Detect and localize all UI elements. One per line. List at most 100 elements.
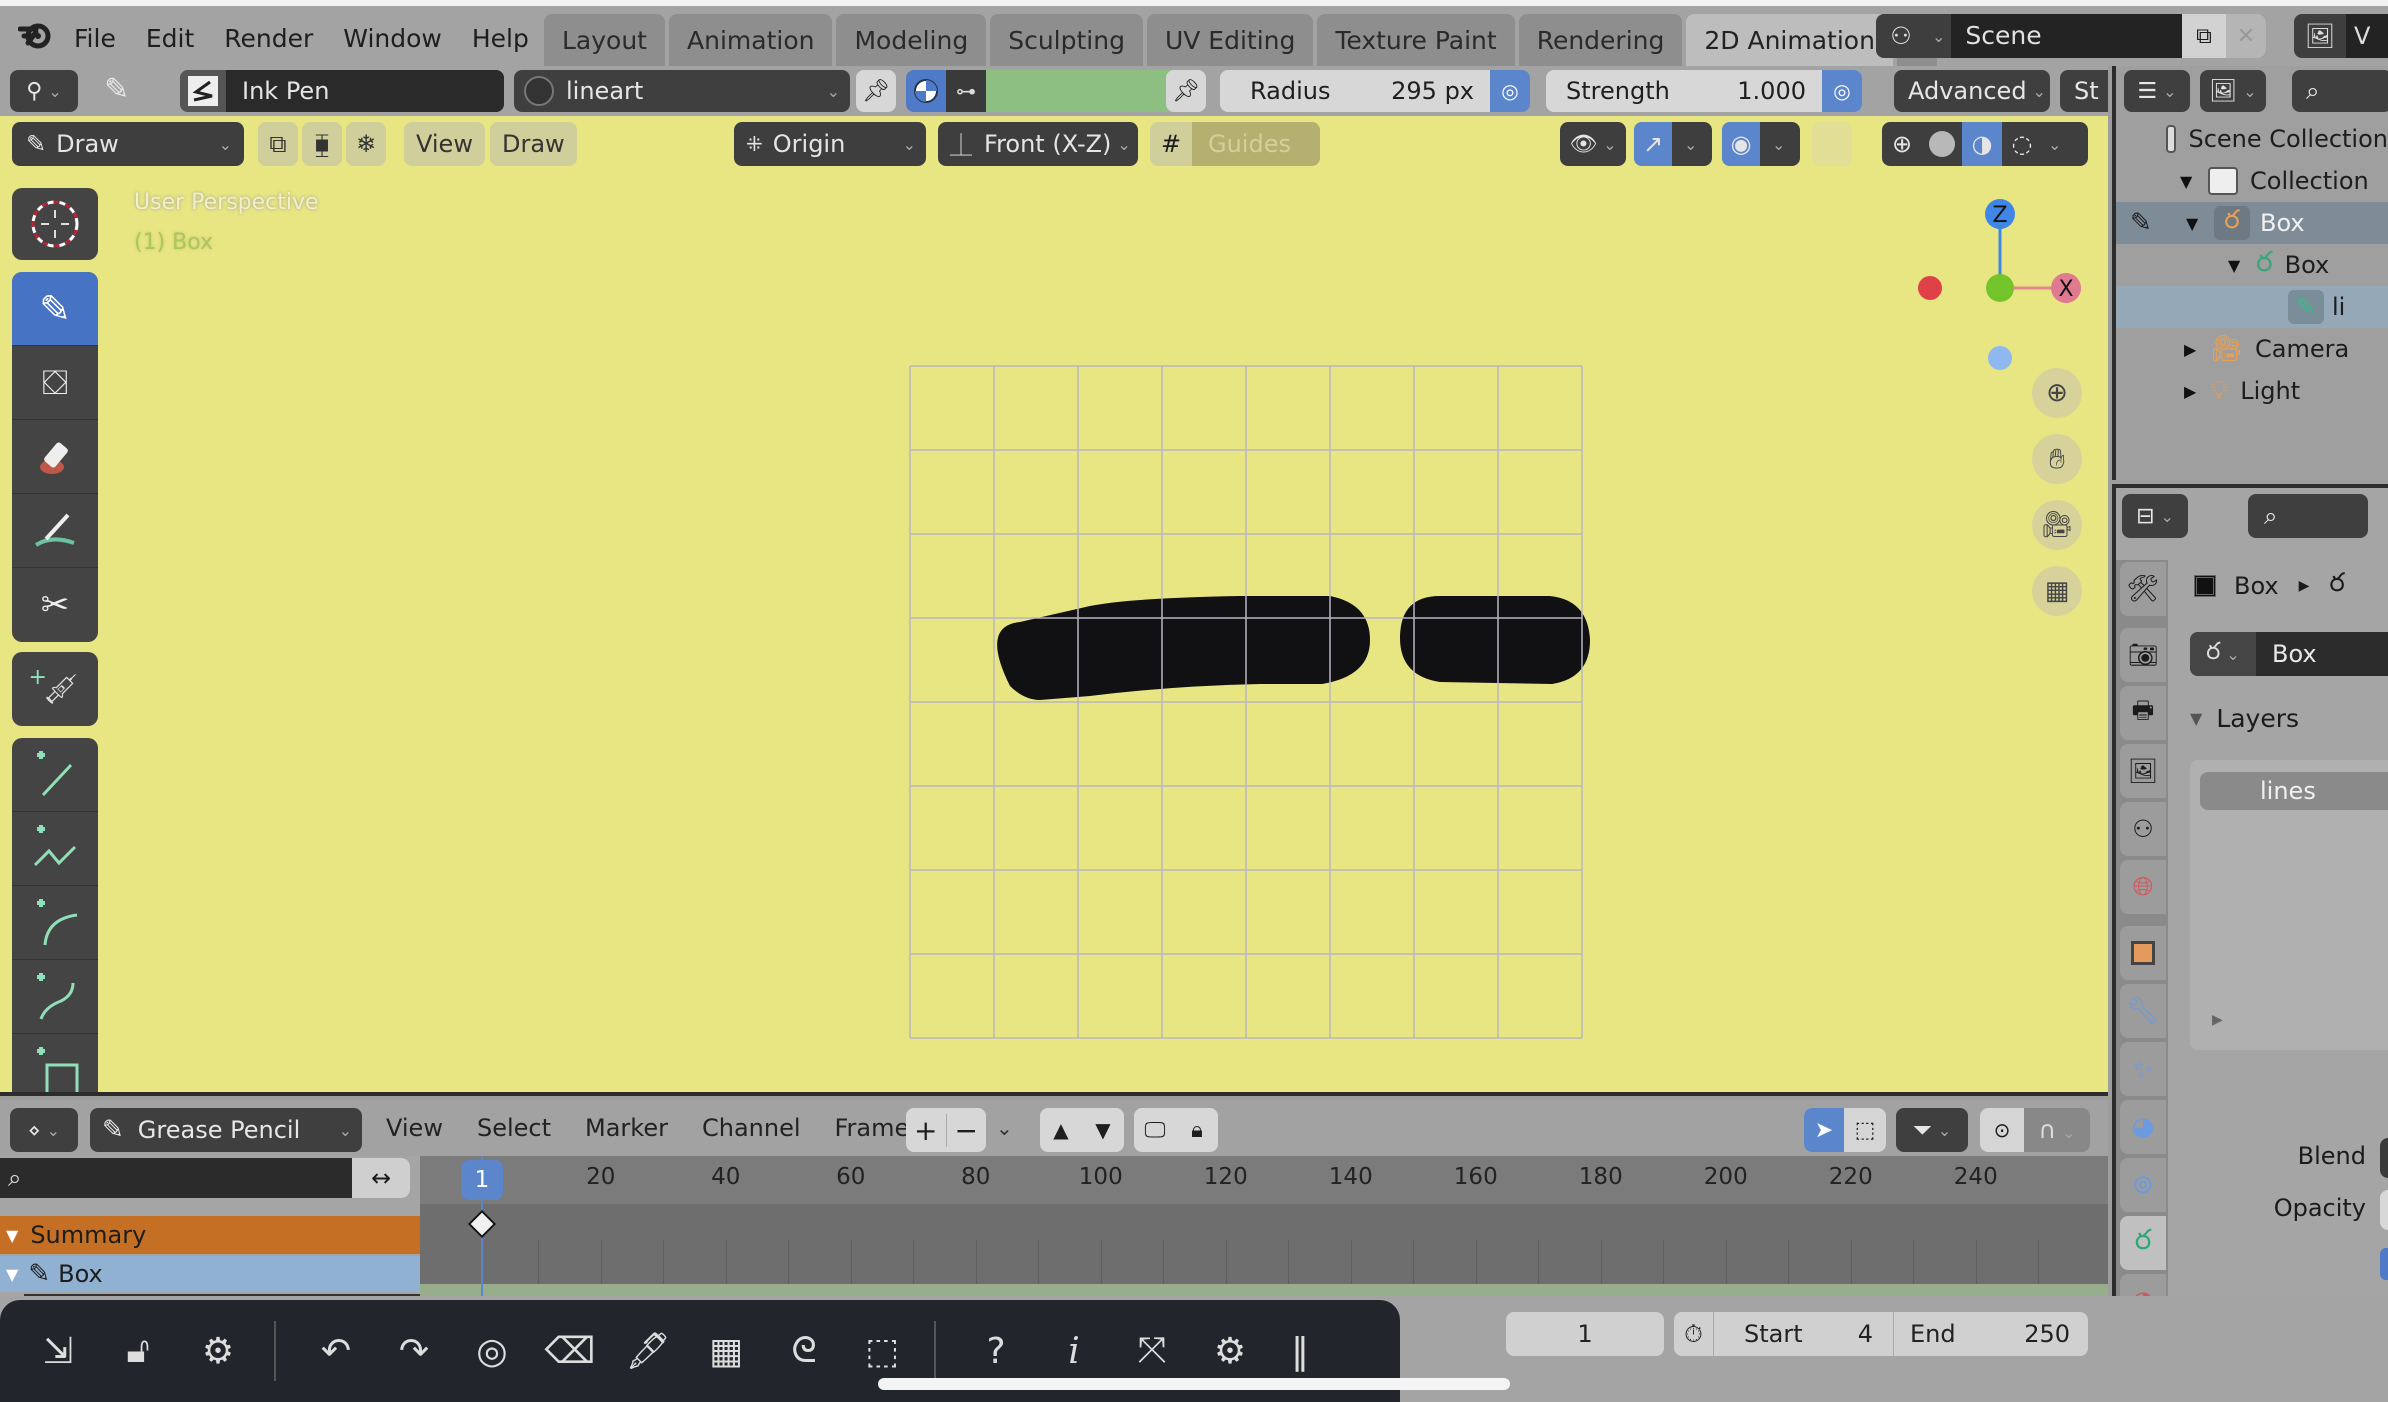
info-icon[interactable]: i (1044, 1321, 1104, 1381)
box-select-icon[interactable]: ⬚ (1844, 1118, 1886, 1143)
advanced-dropdown[interactable]: Advanced ⌄ (1894, 70, 2050, 112)
tool-box[interactable] (12, 1034, 98, 1092)
falloff-curve-icon[interactable]: ∩ ⌄ (2024, 1116, 2090, 1144)
tab-modeling[interactable]: Modeling (836, 14, 987, 66)
tab-rendering[interactable]: Rendering (1518, 14, 1683, 66)
tab-uv-editing[interactable]: UV Editing (1146, 14, 1314, 66)
new-scene-icon[interactable]: ⧉ (2182, 14, 2226, 58)
channel-summary[interactable]: ▼ Summary (0, 1216, 420, 1254)
pressure-strength-icon[interactable]: ◎ (1822, 70, 1862, 112)
export-icon[interactable]: ⇲ (28, 1321, 88, 1381)
freeze-button[interactable]: ❄ (346, 122, 386, 166)
keyframe-region[interactable]: 20 40 60 80 100 120 140 160 180 200 220 240 1 (420, 1156, 2108, 1296)
strength-field[interactable]: Strength 1.000 ◎ (1546, 70, 1862, 112)
overlays-toggle[interactable]: ◉ ⌄ (1722, 122, 1800, 166)
material-selector[interactable]: lineart ⌄ (514, 70, 850, 112)
opacity-slider[interactable] (2380, 1190, 2388, 1230)
monitor-icon[interactable]: 🖵 (1134, 1118, 1176, 1143)
pen-icon[interactable]: 🖋︎ (618, 1321, 678, 1381)
menu-view[interactable]: View (386, 1114, 443, 1142)
tool-fill[interactable]: ⛋ (12, 346, 98, 420)
neg-z-axis-dot[interactable] (1988, 346, 2012, 370)
tab-physics-properties[interactable]: ◕ (2120, 1100, 2166, 1154)
use-lights-checkbox[interactable] (2380, 1248, 2388, 1280)
outliner-search-field[interactable]: ⌕ (2292, 70, 2388, 112)
edit-mode-pencil-icon[interactable]: ✎ (2130, 208, 2186, 238)
proportional-editing-icon[interactable]: ⊙ (1980, 1108, 2024, 1152)
xray-toggle[interactable] (1812, 122, 1852, 166)
guides-dropdown[interactable]: Guides (1192, 122, 1320, 166)
tool-curve[interactable] (12, 960, 98, 1034)
channel-box[interactable]: ▼ ✎ Box (0, 1256, 420, 1292)
frame-ruler[interactable]: 20 40 60 80 100 120 140 160 180 200 220 240 (420, 1156, 2108, 1204)
preferences-icon[interactable]: ⚙ (1200, 1321, 1260, 1381)
solid-shading-icon[interactable] (1922, 131, 1962, 157)
autolock-layers-button[interactable]: ⧯ (302, 122, 342, 166)
invert-filter-button[interactable]: ↔ (352, 1158, 410, 1198)
lock-icon[interactable]: 🔒︎ (1176, 1118, 1218, 1143)
summary-keyframe[interactable] (467, 1209, 497, 1239)
frame-range-bar[interactable] (420, 1284, 2108, 1296)
scene-icon[interactable]: ⚇ (1876, 22, 1926, 50)
perspective-toggle-button[interactable]: ▦ (2032, 566, 2082, 616)
eraser-icon[interactable]: ⌫ (540, 1321, 600, 1381)
display-mode-dropdown[interactable]: ☰ ⌄ (2124, 70, 2190, 112)
pan-view-button[interactable]: ✋︎ (2032, 434, 2082, 484)
menu-marker[interactable]: Marker (585, 1114, 668, 1142)
zoom-view-button[interactable]: ⊕ (2032, 368, 2082, 418)
remove-keyframe-button[interactable]: − (945, 1113, 987, 1147)
layer-list-item[interactable]: lines (2200, 772, 2388, 810)
outliner-item-layer[interactable]: ✎ li (2116, 286, 2388, 328)
brush-selector[interactable]: Ink Pen (180, 70, 504, 112)
tab-view-layer-properties[interactable]: 🖼︎ (2120, 744, 2166, 798)
blend-dropdown[interactable] (2380, 1138, 2388, 1178)
tab-2d-animation[interactable]: 2D Animation (1686, 14, 1893, 66)
menu-channel[interactable]: Channel (702, 1114, 801, 1142)
close-icon[interactable]: ✕ (2226, 14, 2266, 58)
lasso-icon[interactable]: ᘓ (774, 1321, 834, 1381)
y-axis-dot[interactable] (1986, 274, 2014, 302)
pressure-radius-icon[interactable]: ◎ (1490, 70, 1530, 112)
tab-object-data-properties[interactable]: ర (2120, 1216, 2166, 1270)
tool-cursor[interactable] (12, 188, 98, 260)
tab-tool-properties[interactable]: 🛠︎ (2120, 562, 2166, 616)
expand-right-icon[interactable]: ▶ (2212, 1012, 2223, 1028)
material-preview-shading-icon[interactable]: ◑ (1962, 122, 2002, 166)
stabilizer-dropdown[interactable]: St (2060, 70, 2108, 112)
outliner-item-collection[interactable]: ▼ Collection (2116, 160, 2388, 202)
interaction-mode-dropdown[interactable]: ✎ Draw ⌄ (12, 122, 244, 166)
tool-tint[interactable] (12, 494, 98, 568)
outliner-item-light[interactable]: ▶ 💡︎ Light (2116, 370, 2388, 412)
neg-x-axis-dot[interactable] (1918, 276, 1942, 300)
tab-shader-effects-properties[interactable]: ✨︎ (2120, 1042, 2166, 1096)
drawing-plane-dropdown[interactable]: ⏊ Front (X-Z) ⌄ (938, 122, 1138, 166)
tool-draw[interactable]: ✎ (12, 272, 98, 346)
outliner-item-camera[interactable]: ▶ 🎥︎ Camera (2116, 328, 2388, 370)
expand-down-icon[interactable]: ▼ (2180, 172, 2202, 191)
data-block-selector[interactable]: ర ⌄ Box (2190, 632, 2388, 676)
settings-gear-icon[interactable]: ⚙ (188, 1321, 248, 1381)
pause-icon[interactable]: ‖ (1270, 1321, 1330, 1381)
scene-name-field[interactable]: Scene (1951, 14, 2182, 58)
menu-render[interactable]: Render (224, 24, 313, 53)
move-layer-down-icon[interactable]: ▼ (1082, 1118, 1124, 1142)
grid-snap-icon[interactable]: # (1150, 122, 1192, 166)
camera-view-button[interactable]: 🎥︎ (2032, 500, 2082, 550)
tab-scene-properties[interactable]: ⚇ (2120, 802, 2166, 856)
tab-object-properties[interactable] (2120, 926, 2166, 980)
tab-modifier-properties[interactable]: 🔧︎ (2120, 984, 2166, 1038)
3d-viewport[interactable]: ✎ Draw ⌄ ⧉ ⧯ ❄ View Draw ⁜ Origin ⌄ ⏊ Fr… (0, 116, 2108, 1096)
collapse-icon[interactable]: ▼ (6, 1265, 18, 1284)
rendered-shading-icon[interactable]: ◌ (2002, 130, 2042, 158)
move-layer-up-icon[interactable]: ▲ (1040, 1118, 1082, 1142)
outliner-item-box-data[interactable]: ▼ ర Box (2116, 244, 2388, 286)
menu-edit[interactable]: Edit (146, 24, 194, 53)
mode-selector-button[interactable]: ⚲ ⌄ (10, 70, 78, 112)
expand-down-icon[interactable]: ▼ (2186, 214, 2208, 233)
menu-window[interactable]: Window (343, 24, 442, 53)
menu-help[interactable]: Help (472, 24, 529, 53)
expand-right-icon[interactable]: ▶ (2184, 382, 2206, 401)
layers-panel-header[interactable]: ▼ Layers (2190, 698, 2299, 738)
channel-search-field[interactable]: ⌕ ↔ (0, 1158, 410, 1198)
editor-type-dropdown[interactable]: ⋄ ⌄ (10, 1108, 78, 1152)
